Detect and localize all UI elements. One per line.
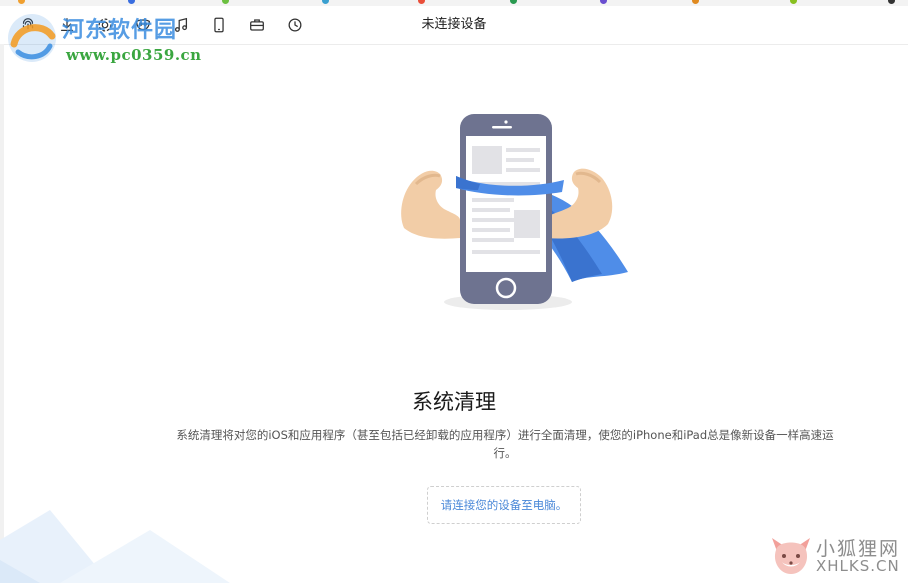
briefcase-icon[interactable]	[247, 15, 267, 35]
superhero-phone-illustration	[401, 114, 628, 310]
page-heading: 系统清理	[412, 390, 496, 414]
watermark-site-domain: XHLKS.CN	[816, 557, 900, 575]
connect-device-text: 请连接您的设备至电脑。	[440, 498, 568, 512]
decorative-triangles	[0, 510, 230, 583]
watermark-brand: 河东软件园	[62, 18, 178, 43]
feature-description: 系统清理将对您的iOS和应用程序（甚至包括已经卸载的应用程序）进行全面清理，使您…	[176, 428, 834, 460]
fox-watermark-icon	[772, 538, 810, 574]
connect-device-hint: 请连接您的设备至电脑。	[427, 486, 581, 524]
history-icon[interactable]	[285, 15, 305, 35]
watermark-url: www.pc0359.cn	[66, 46, 202, 64]
watermark-logo-icon	[8, 14, 56, 62]
phone-icon[interactable]	[209, 15, 229, 35]
